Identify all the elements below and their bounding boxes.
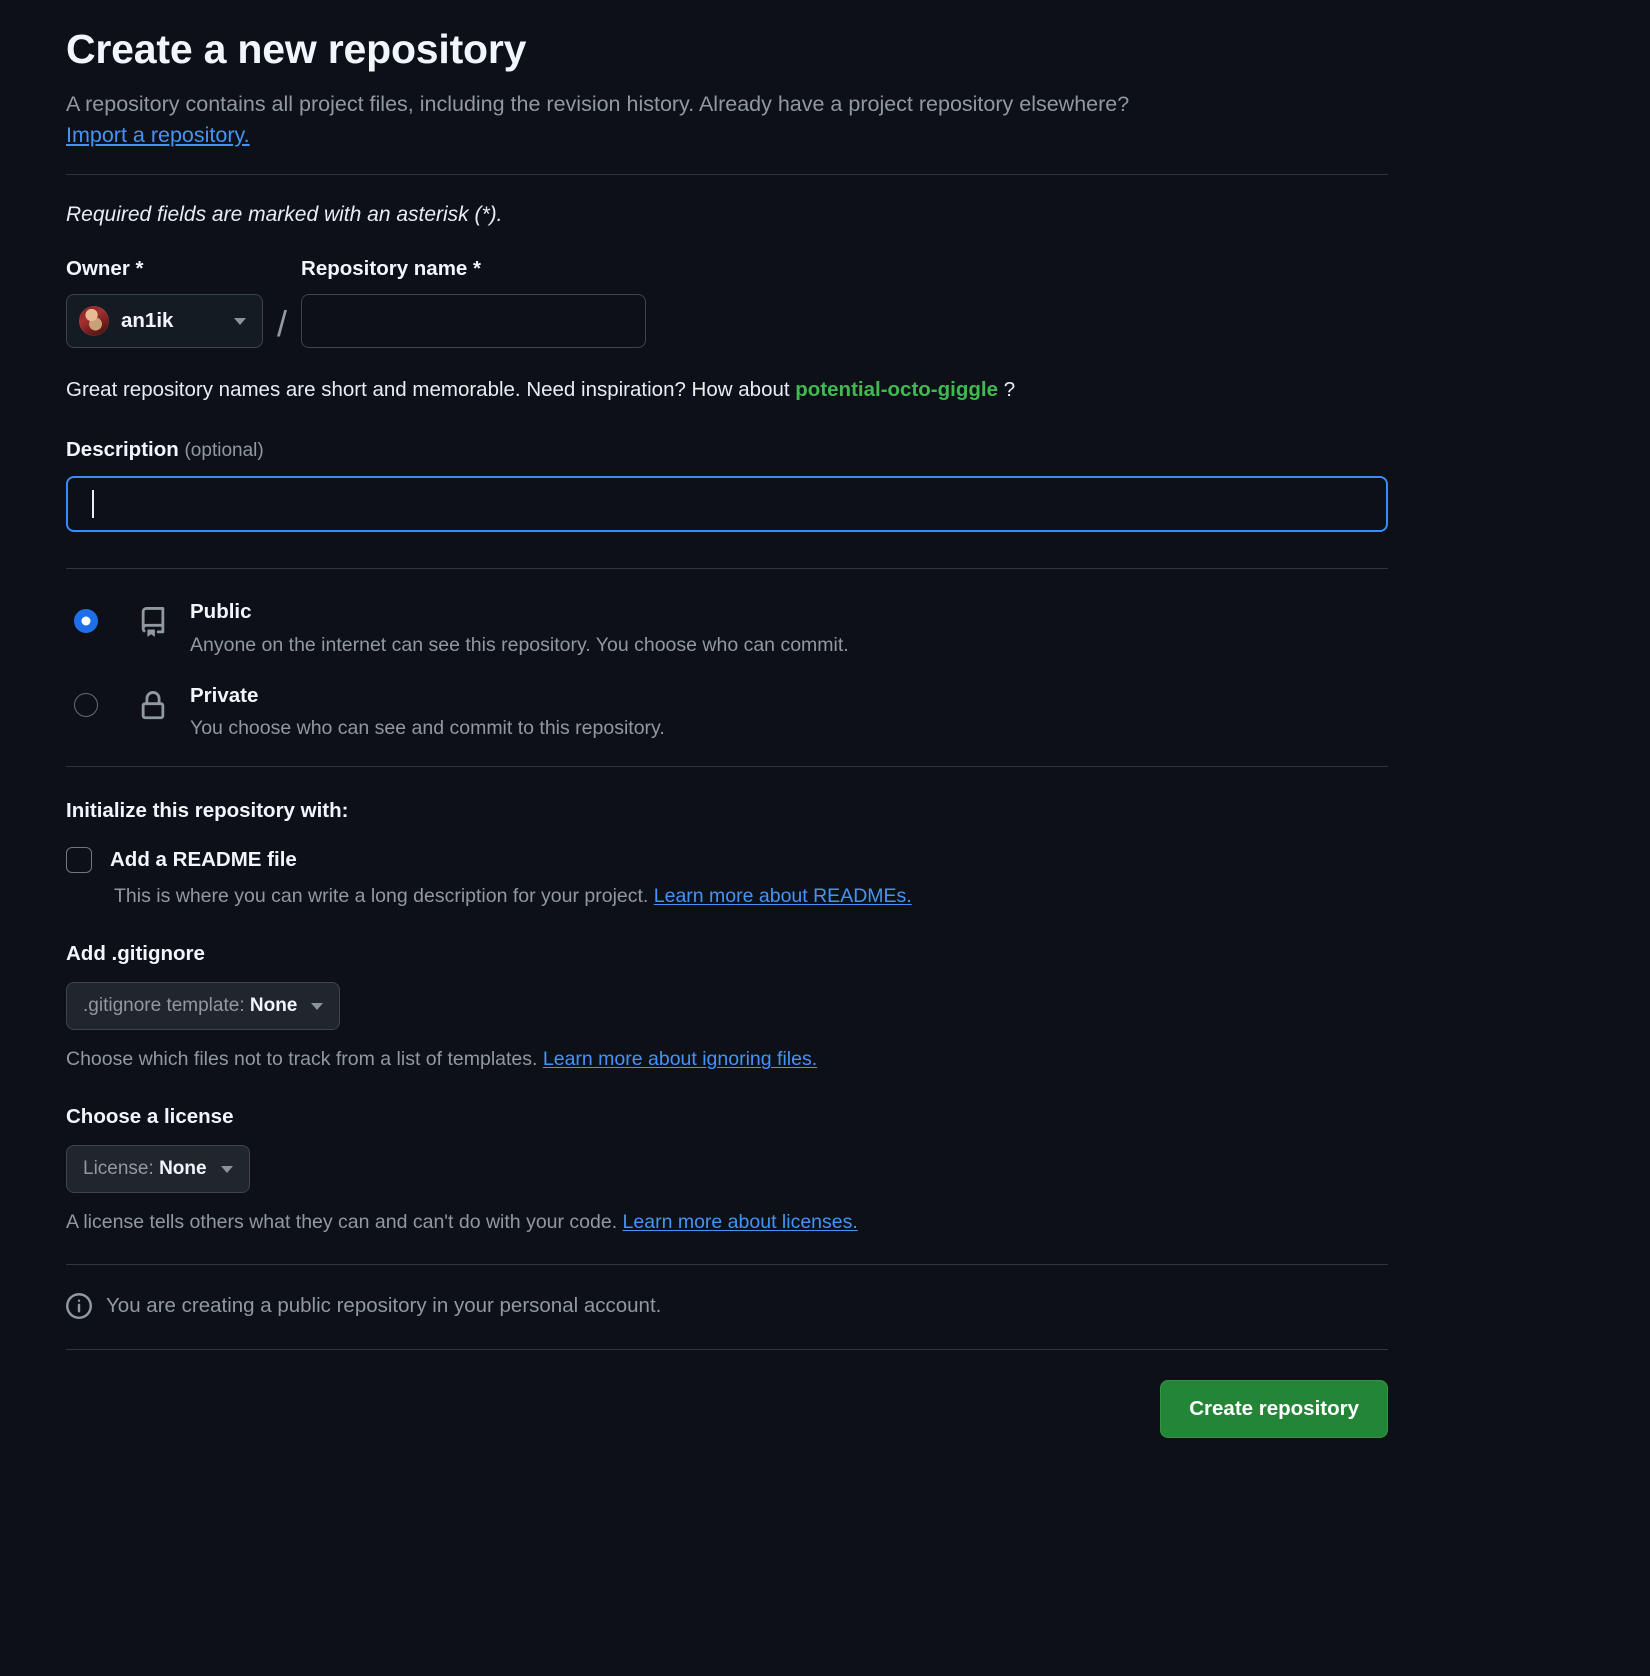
- readme-help: This is where you can write a long descr…: [114, 885, 1388, 908]
- import-repository-link[interactable]: Import a repository.: [66, 123, 250, 147]
- gitignore-template-select[interactable]: .gitignore template: None: [66, 982, 341, 1031]
- readme-checkbox-row[interactable]: Add a README file: [66, 847, 1388, 874]
- repo-icon: [138, 607, 168, 637]
- license-help: A license tells others what they can and…: [66, 1211, 1388, 1234]
- page-description: A repository contains all project files,…: [66, 89, 1388, 150]
- create-repository-page: Create a new repository A repository con…: [0, 0, 1650, 1676]
- page-description-text: A repository contains all project files,…: [66, 92, 1130, 117]
- owner-name: an1ik: [121, 309, 174, 333]
- page-title: Create a new repository: [66, 26, 527, 72]
- info-icon: [66, 1293, 92, 1320]
- path-separator: /: [277, 303, 288, 345]
- readme-label: Add a README file: [110, 848, 297, 872]
- description-field-wrapper: [66, 476, 1388, 533]
- visibility-option-public[interactable]: Public Anyone on the internet can see th…: [66, 599, 1388, 657]
- owner-label: Owner *: [66, 257, 144, 281]
- hint-suffix: ?: [1003, 378, 1016, 402]
- divider-visibility: [66, 568, 1388, 570]
- form-actions: Create repository: [66, 1380, 1388, 1439]
- description-label-row: Description (optional): [66, 438, 1388, 462]
- visibility-private-subtitle: You choose who can see and commit to thi…: [190, 717, 665, 740]
- license-select[interactable]: License: None: [66, 1145, 250, 1194]
- gitignore-select-prefix: .gitignore template:: [83, 995, 245, 1017]
- owner-and-name-row: Owner * an1ik / Repository name *: [66, 257, 1388, 349]
- gitignore-select-value: None: [249, 995, 298, 1017]
- repository-name-field-group: Repository name *: [301, 257, 647, 349]
- license-select-value: None: [159, 1158, 207, 1180]
- license-heading: Choose a license: [66, 1105, 234, 1129]
- license-select-prefix: License:: [83, 1158, 154, 1180]
- visibility-private-text: Private You choose who can see and commi…: [190, 683, 665, 741]
- description-input[interactable]: [66, 476, 1388, 533]
- radio-public[interactable]: [74, 609, 98, 634]
- required-fields-note: Required fields are marked with an aster…: [66, 203, 503, 227]
- divider-initialize: [66, 766, 1388, 768]
- gitignore-heading: Add .gitignore: [66, 942, 205, 966]
- visibility-public-text: Public Anyone on the internet can see th…: [190, 599, 849, 657]
- suggested-name[interactable]: potential-octo-giggle: [795, 378, 998, 401]
- visibility-public-title: Public: [190, 600, 252, 624]
- create-repository-button[interactable]: Create repository: [1160, 1380, 1388, 1439]
- hint-prefix: Great repository names are short and mem…: [66, 378, 790, 402]
- repository-name-label: Repository name *: [301, 257, 482, 281]
- radio-private[interactable]: [74, 692, 98, 717]
- divider-actions: [66, 1349, 1388, 1351]
- owner-select-button[interactable]: an1ik: [66, 294, 263, 349]
- divider-notice: [66, 1264, 1388, 1266]
- repository-name-hint: Great repository names are short and mem…: [66, 378, 1388, 402]
- visibility-private-title: Private: [190, 683, 259, 707]
- license-learn-more-link[interactable]: Learn more about licenses.: [623, 1211, 858, 1233]
- chevron-down-icon: [311, 1002, 324, 1010]
- text-cursor: [92, 490, 94, 519]
- readme-learn-more-link[interactable]: Learn more about READMEs.: [654, 885, 912, 907]
- readme-help-text: This is where you can write a long descr…: [114, 885, 649, 908]
- owner-field-group: Owner * an1ik: [66, 257, 263, 349]
- gitignore-help-text: Choose which files not to track from a l…: [66, 1048, 538, 1071]
- lock-icon: [138, 690, 168, 721]
- description-label: Description: [66, 438, 179, 462]
- description-optional-label: (optional): [184, 440, 264, 462]
- initialize-heading: Initialize this repository with:: [66, 799, 349, 823]
- gitignore-help: Choose which files not to track from a l…: [66, 1048, 1388, 1071]
- chevron-down-icon: [234, 317, 246, 325]
- visibility-public-subtitle: Anyone on the internet can see this repo…: [190, 633, 849, 656]
- license-help-text: A license tells others what they can and…: [66, 1211, 618, 1234]
- license-select-text: License: None: [83, 1158, 207, 1180]
- repository-name-input[interactable]: [301, 294, 647, 349]
- chevron-down-icon: [220, 1165, 233, 1173]
- visibility-notice-text: You are creating a public repository in …: [106, 1294, 662, 1318]
- avatar: [79, 306, 109, 337]
- gitignore-learn-more-link[interactable]: Learn more about ignoring files.: [543, 1048, 817, 1070]
- gitignore-select-text: .gitignore template: None: [83, 995, 297, 1017]
- visibility-options: Public Anyone on the internet can see th…: [66, 599, 1388, 740]
- visibility-notice: You are creating a public repository in …: [66, 1293, 1388, 1320]
- checkbox-add-readme[interactable]: [66, 847, 92, 874]
- divider-top: [66, 174, 1388, 176]
- visibility-option-private[interactable]: Private You choose who can see and commi…: [66, 683, 1388, 741]
